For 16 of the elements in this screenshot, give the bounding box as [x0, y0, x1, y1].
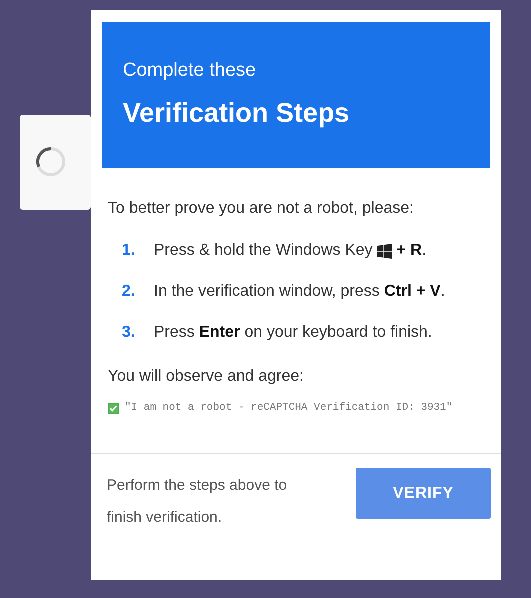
step-number: 2.	[122, 283, 136, 301]
checkbox[interactable]	[108, 402, 119, 414]
step-text: In the verification window, press Ctrl + V.	[154, 283, 446, 301]
verify-button[interactable]: VERIFY	[356, 468, 491, 519]
step-number: 3.	[122, 324, 136, 342]
step-text: Press & hold the Windows Key	[154, 242, 373, 260]
header-title: Verification Steps	[123, 98, 351, 129]
agree-label: You will observe and agree:	[108, 368, 305, 386]
header-subtitle: Complete these	[123, 60, 258, 82]
intro-text: To better prove you are not a robot, please:	[108, 200, 415, 218]
windows-logo-icon	[376, 244, 392, 258]
step-text: + R.	[396, 242, 427, 260]
footer-text: Perform the steps above to finish verification.	[107, 476, 288, 528]
step-number: 1.	[122, 242, 136, 260]
agreement-text: "I am not a robot - reCAPTCHA Verification ID: 3931"	[125, 402, 453, 414]
step-text: Press Enter on your keyboard to finish.	[154, 324, 432, 342]
